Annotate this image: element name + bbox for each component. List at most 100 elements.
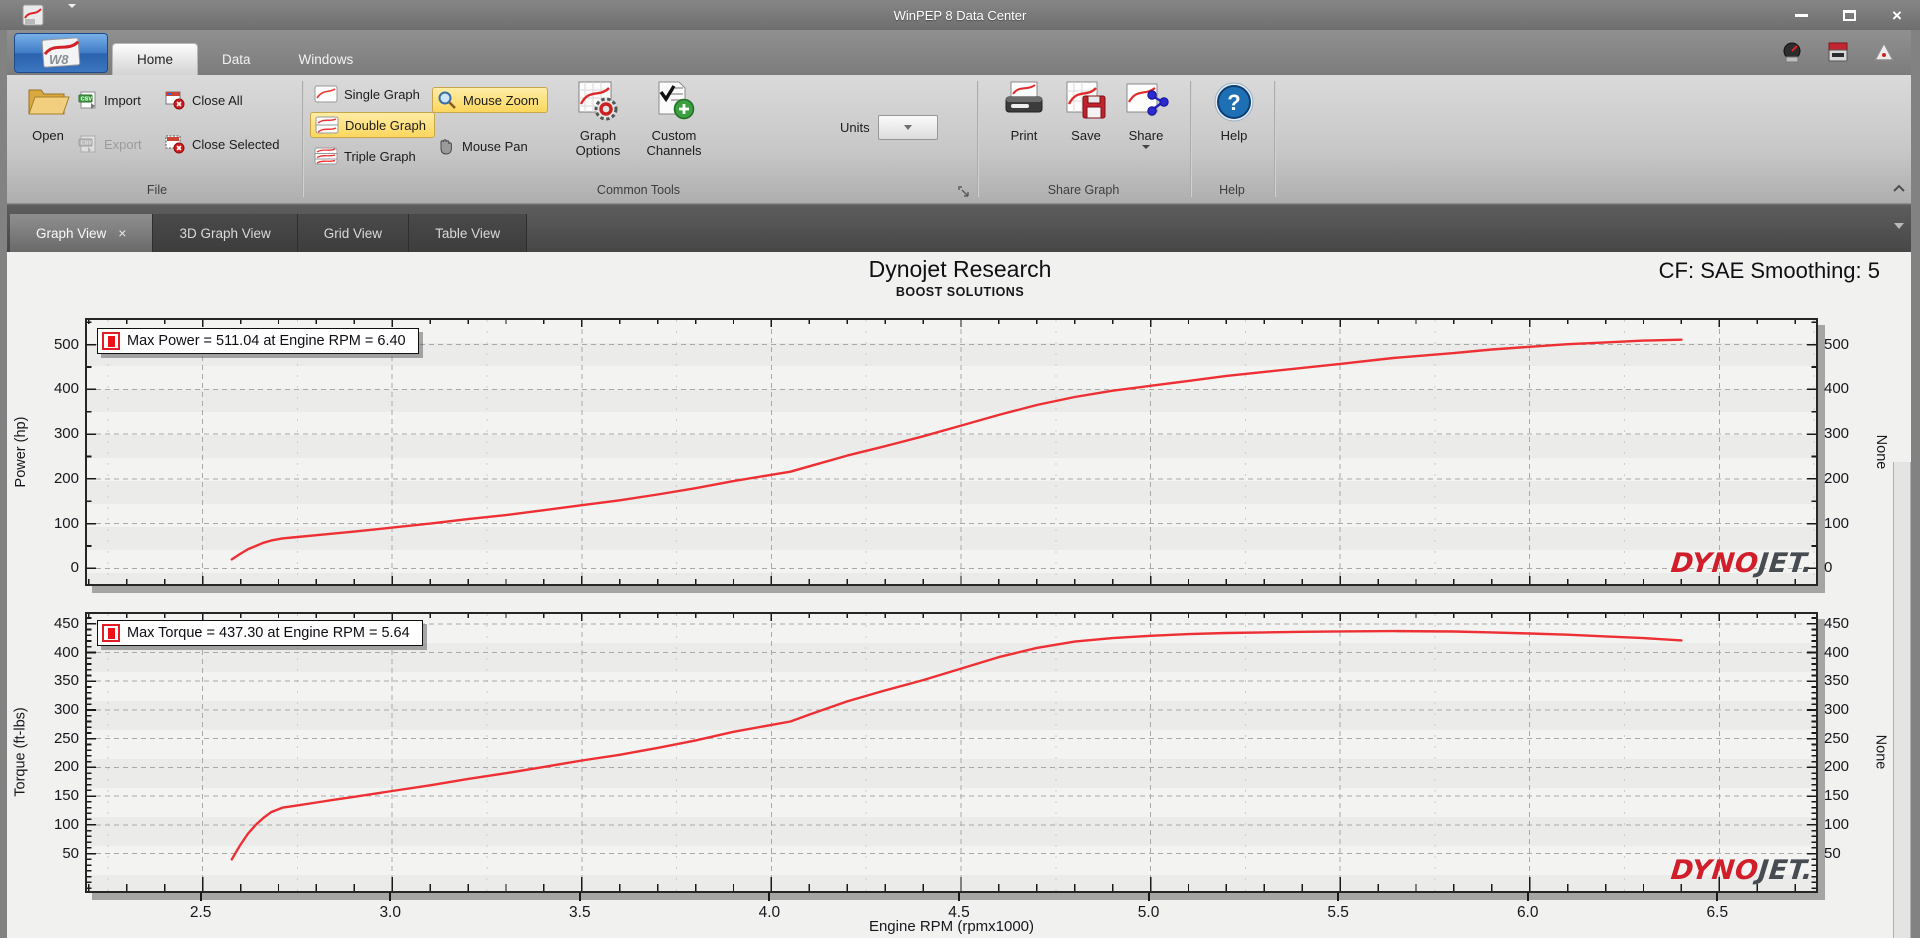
close-icon: × (1892, 5, 1902, 25)
y-tick-label: 300 (1824, 425, 1850, 443)
power-legend-text: Max Power = 511.04 at Engine RPM = 6.40 (127, 333, 406, 349)
gauge-icon[interactable] (1780, 40, 1804, 64)
ribbon-home-panel: Open CSV Import CSV Export Close All Clo… (0, 75, 1920, 204)
svg-text:W8: W8 (49, 52, 69, 67)
share-icon (1126, 83, 1169, 116)
single-graph-button[interactable]: Single Graph (310, 81, 428, 107)
custom-channels-icon (658, 81, 695, 120)
graph-subtitle: BOOST SOLUTIONS (895, 285, 1025, 299)
tab-grid-view-label: Grid View (323, 225, 383, 241)
graph-options-button[interactable]: Graph Options (566, 80, 630, 158)
export-button-label: Export (104, 136, 142, 152)
close-button[interactable]: × (1888, 6, 1906, 24)
mouse-zoom-icon (438, 91, 456, 109)
import-button[interactable]: CSV Import (74, 87, 149, 113)
single-graph-icon (314, 85, 338, 103)
ribbon-tab-data[interactable]: Data (198, 43, 275, 75)
tab-table-view-label: Table View (435, 225, 501, 241)
common-tools-dialog-launcher[interactable] (958, 185, 970, 203)
chevron-down-icon (903, 125, 912, 130)
graph-view-panel: Dynojet Research BOOST SOLUTIONS CF: SAE… (0, 252, 1920, 938)
share-button-label: Share (1128, 128, 1164, 143)
torque-legend: Max Torque = 437.30 at Engine RPM = 5.64 (97, 620, 423, 646)
share-dropdown-caret-icon[interactable] (1142, 145, 1150, 149)
export-csv-icon: CSV (78, 135, 96, 153)
minimize-button[interactable] (1792, 6, 1810, 24)
y-tick-label: 150 (53, 787, 79, 805)
y-tick-label: 50 (1824, 844, 1841, 862)
winpep-window: WinPEP 8 Data Center × W8 Home Data Wind… (0, 0, 1920, 938)
x-axis-title: Engine RPM (rpmx1000) (868, 918, 1035, 935)
x-major-tick (389, 892, 392, 901)
export-button[interactable]: CSV Export (74, 131, 150, 157)
y-tick-label: 300 (53, 700, 79, 718)
custom-channels-button[interactable]: Custom Channels (642, 80, 706, 158)
triple-graph-button[interactable]: Triple Graph (310, 143, 424, 169)
tab-table-view[interactable]: Table View (409, 214, 528, 252)
y-tick-label: 400 (1824, 643, 1850, 661)
group-separator (1190, 81, 1192, 197)
application-menu-button[interactable]: W8 (14, 33, 108, 73)
y-tick-label: 500 (53, 335, 79, 353)
help-button[interactable]: ? Help (1202, 80, 1266, 143)
y-tick-label: 100 (53, 514, 79, 532)
x-major-tick (578, 892, 581, 901)
close-all-button-label: Close All (192, 92, 243, 108)
dyno-device-icon[interactable] (1826, 40, 1850, 64)
svg-text:CSV: CSV (81, 141, 93, 147)
tab-3d-graph-view[interactable]: 3D Graph View (153, 214, 298, 252)
help-button-label: Help (1220, 128, 1248, 143)
print-icon (1005, 81, 1043, 113)
window-frame-right (1911, 30, 1920, 938)
y-tick-label: 250 (1824, 729, 1850, 747)
import-csv-icon: CSV (78, 91, 96, 109)
group-separator (977, 81, 979, 197)
ribbon-tab-home[interactable]: Home (112, 43, 199, 75)
maximize-icon (1842, 9, 1856, 21)
tab-overflow-caret-icon[interactable] (1894, 223, 1904, 229)
double-graph-button[interactable]: Double Graph (310, 112, 435, 138)
y-tick-label: 200 (53, 469, 79, 487)
close-all-button[interactable]: Close All (160, 87, 251, 113)
print-button[interactable]: Print (992, 80, 1056, 143)
triple-graph-icon (314, 147, 338, 165)
group-separator (302, 81, 304, 197)
titlebar: WinPEP 8 Data Center × (0, 0, 1920, 30)
units-dropdown[interactable] (877, 115, 938, 140)
open-folder-icon (28, 89, 70, 115)
window-title: WinPEP 8 Data Center (893, 7, 1027, 23)
mouse-pan-button[interactable]: Mouse Pan (432, 133, 536, 159)
ribbon-tab-data-label: Data (222, 51, 251, 67)
power-y-axis-title: Power (hp) (13, 416, 29, 488)
warning-badge-icon[interactable] (1872, 40, 1896, 64)
y-tick-label: 450 (1824, 614, 1850, 632)
tab-graph-view[interactable]: Graph View × (10, 214, 154, 252)
file-group-label: File (146, 183, 168, 197)
maximize-button[interactable] (1840, 6, 1858, 24)
tab-close-icon[interactable]: × (118, 225, 126, 241)
save-button[interactable]: Save (1054, 80, 1118, 143)
tab-grid-view[interactable]: Grid View (297, 214, 410, 252)
collapse-ribbon-button[interactable] (1892, 181, 1906, 199)
open-button[interactable]: Open (16, 80, 80, 143)
ribbon-tab-home-label: Home (137, 52, 174, 67)
single-graph-label: Single Graph (344, 86, 420, 102)
torque-legend-text: Max Torque = 437.30 at Engine RPM = 5.64 (127, 625, 410, 641)
y-tick-label: 100 (1824, 815, 1850, 833)
close-selected-button-label: Close Selected (192, 136, 280, 152)
y-tick-label: 350 (53, 672, 79, 690)
mouse-zoom-button[interactable]: Mouse Zoom (432, 87, 548, 113)
close-selected-button[interactable]: Close Selected (160, 131, 287, 157)
right-scrollbar[interactable] (1893, 462, 1911, 938)
torque-plot-area[interactable] (85, 612, 1818, 893)
graph-options-icon (578, 81, 618, 121)
power-chart: Max Power = 511.04 at Engine RPM = 6.40 … (0, 318, 1920, 586)
share-button[interactable]: Share (1114, 80, 1178, 149)
y-tick-label: 200 (1824, 469, 1850, 487)
ribbon-tab-windows[interactable]: Windows (275, 43, 378, 75)
graph-options-label-1: Graph (579, 128, 617, 143)
x-major-tick (1337, 892, 1340, 901)
power-plot-area[interactable] (85, 318, 1818, 586)
x-major-tick (1716, 892, 1719, 901)
y-tick-label: 400 (53, 380, 79, 398)
